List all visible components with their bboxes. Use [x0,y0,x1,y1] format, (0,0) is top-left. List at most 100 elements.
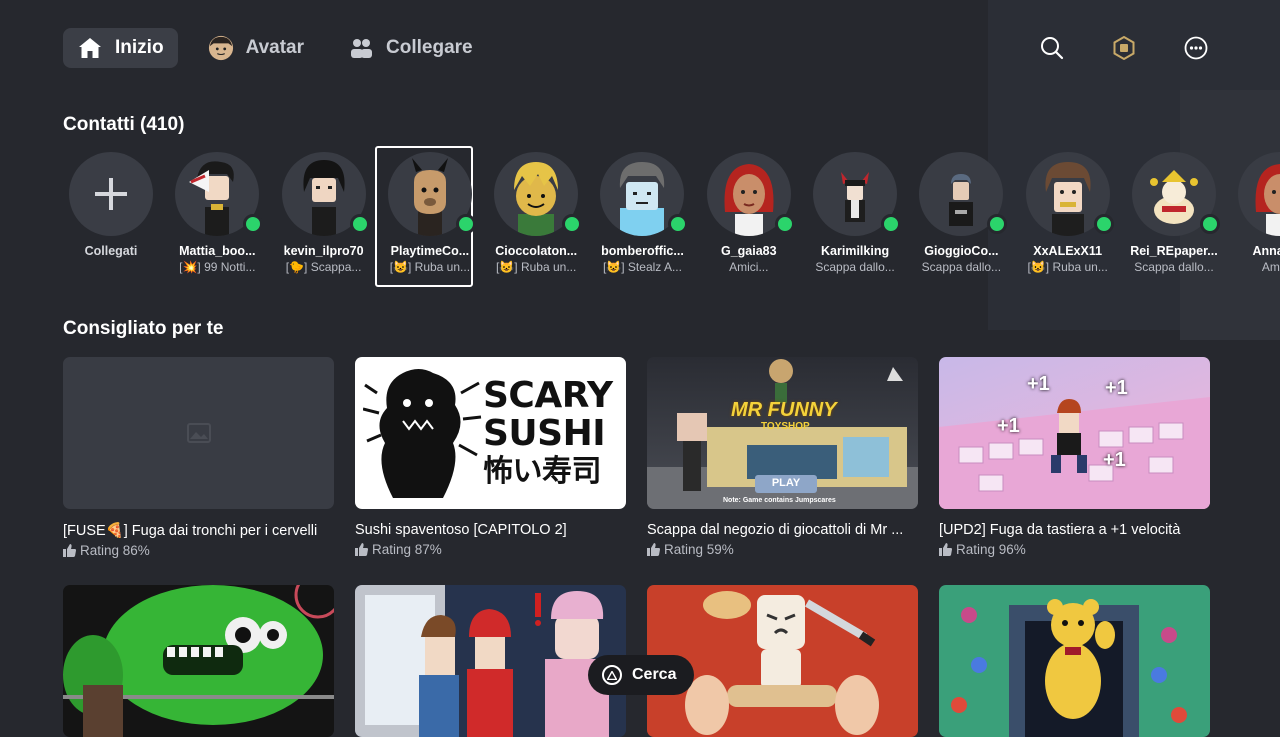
triangle-button-icon [602,665,622,685]
plus-one-label: +1 [997,415,1020,437]
game-rating: Rating 96% [939,542,1210,557]
recommended-title: Consigliato per te [63,318,224,339]
game-tile[interactable]: +1 +1 +1 +1 [UPD2] Fuga da tastiera a +1… [939,357,1210,558]
toyshop-subtitle: TOYSHOP [761,421,810,432]
game-title: Sushi spaventoso [CAPITOLO 2] [355,522,567,538]
thumbs-up-icon [647,543,660,556]
online-indicator [774,214,795,234]
online-indicator [243,214,264,234]
nav-connect-label: Collegare [386,37,473,58]
game-tile[interactable]: [FUSE🍕] Fuga dai tronchi per i cervelli … [63,357,334,558]
friend-name: bomberoffic... [601,244,684,258]
friend-card[interactable]: Rei_REpaper... Scappa dallo... [1126,150,1222,274]
friend-name: kevin_ilpro70 [283,244,364,258]
monster-art [363,369,482,498]
friend-status: Scappa dallo... [815,260,895,274]
toyshop-play: PLAY [771,477,801,489]
sushi-line-1: SCARY [483,375,613,416]
friend-card[interactable]: Anna_s... Amic... [1232,150,1280,274]
friend-name: G_gaia83 [720,244,777,258]
game-thumbnail [939,585,1210,737]
game-tile[interactable] [355,585,626,737]
friend-name: Mattia_boo... [179,244,256,258]
friend-name: GioggioCo... [924,244,999,258]
nav-avatar[interactable]: Avatar [194,28,318,68]
robux-icon[interactable] [1112,36,1136,60]
game-rating-text: Rating 87% [372,542,442,557]
game-title: [FUSE🍕] Fuga dai tronchi per i cervelli [63,523,318,539]
game-tile[interactable] [939,585,1210,737]
game-tile[interactable] [63,585,334,737]
add-friend-label: Collegati [84,244,138,258]
top-right-actions [1040,36,1208,60]
friend-card[interactable]: GioggioCo... Scappa dallo... [913,150,1009,274]
game-tile[interactable]: SCARY SUSHI 怖い寿司 Sushi spaventoso [CAPIT… [355,357,626,558]
nav-home[interactable]: Inizio [63,28,178,68]
game-thumbnail: SCARY SUSHI 怖い寿司 [355,357,626,509]
image-placeholder-icon [187,423,211,443]
game-rating: Rating 59% [647,542,918,557]
game-thumbnail [63,357,334,509]
game-tile[interactable]: MR FUNNY TOYSHOP PLAY Note: Game contain… [647,357,918,558]
thumbs-up-icon [63,544,76,557]
friend-status: [💥] 99 Notti... [179,260,256,274]
friend-card[interactable]: Cioccolaton... [😺] Ruba un... [488,150,584,274]
plus-icon [95,178,127,210]
game-rating: Rating 87% [355,542,626,557]
more-icon[interactable] [1184,36,1208,60]
game-title: [UPD2] Fuga da tastiera a +1 velocità [939,522,1181,538]
game-rating-text: Rating 96% [956,542,1026,557]
friend-card[interactable]: Karimilking Scappa dallo... [807,150,903,274]
game-thumbnail [355,585,626,737]
game-thumbnail: MR FUNNY TOYSHOP PLAY Note: Game contain… [647,357,918,509]
avatar [1238,152,1280,236]
friend-status: [🐤] Scappa... [285,260,362,274]
game-rating-text: Rating 86% [80,543,150,558]
friend-card[interactable]: kevin_ilpro70 [🐤] Scappa... [276,150,372,274]
online-indicator [1199,214,1220,234]
friend-card-selected[interactable]: PlaytimeCo... [😺] Ruba un... [374,146,478,287]
friend-card[interactable]: Mattia_boo... [💥] 99 Notti... [169,150,265,274]
add-friend-button[interactable]: Collegati [63,150,159,274]
contacts-title: Contatti (410) [63,114,185,135]
thumbs-up-icon [939,543,952,556]
friend-name: XxALExX11 [1033,244,1103,258]
green-monster-art [63,585,334,737]
thumbs-up-icon [355,543,368,556]
search-icon[interactable] [1040,36,1064,60]
keyboard-art [939,397,1210,509]
friend-card[interactable]: G_gaia83 Amici... [701,150,797,274]
toyshop-note: Note: Game contains Jumpscares [723,497,836,504]
friend-name: Cioccolaton... [495,244,578,258]
search-pill-label: Cerca [632,666,677,683]
top-nav: Inizio Avatar Collegare [63,28,503,68]
nav-connect[interactable]: Collegare [334,28,487,68]
sushi-line-3: 怖い寿司 [483,454,602,489]
friend-card[interactable]: XxALExX11 [😺] Ruba un... [1020,150,1116,274]
home-icon [77,35,103,61]
fridge-art [355,585,609,737]
avatar-icon [208,35,234,61]
people-icon [348,35,374,61]
plus-one-label: +1 [1105,377,1128,399]
plus-one-label: +1 [1103,449,1126,471]
friend-name: Karimilking [821,244,890,258]
friend-status: Scappa dallo... [1134,260,1214,274]
game-thumbnail: +1 +1 +1 +1 [939,357,1210,509]
game-rating-text: Rating 59% [664,542,734,557]
friend-status: [😺] Ruba un... [1027,260,1108,274]
friend-card[interactable]: bomberoffic... [😺] Stealz A... [594,150,690,274]
friend-name: Rei_REpaper... [1130,244,1218,258]
online-indicator [349,214,370,234]
friend-name: Anna_s... [1252,244,1280,258]
search-pill-button[interactable]: Cerca [588,655,695,695]
friend-status: Amic... [1261,260,1280,274]
online-indicator [1093,214,1114,234]
online-indicator [562,214,583,234]
game-rating: Rating 86% [63,543,334,558]
friend-status: [😺] Stealz A... [602,260,682,274]
friend-status: Scappa dallo... [921,260,1002,274]
online-indicator [455,214,476,234]
friend-status: Amici... [729,260,769,274]
friend-status: [😺] Ruba un... [496,260,577,274]
